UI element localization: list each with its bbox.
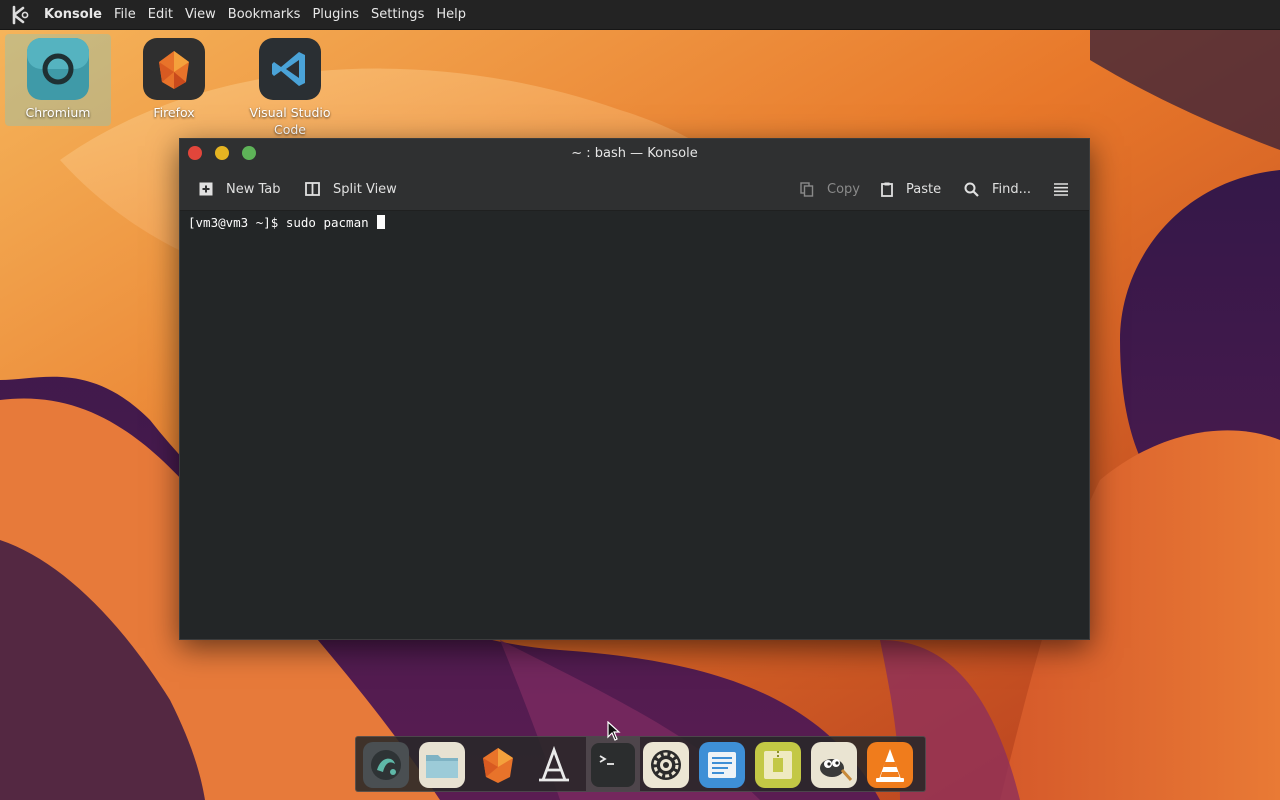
menu-edit[interactable]: Edit xyxy=(148,7,173,22)
copy-icon xyxy=(800,181,814,197)
maximize-button[interactable] xyxy=(242,146,256,160)
menu-settings[interactable]: Settings xyxy=(371,7,424,22)
find-label: Find... xyxy=(992,181,1032,197)
menu-help[interactable]: Help xyxy=(436,7,466,22)
copy-label: Copy xyxy=(827,181,860,197)
split-view-icon xyxy=(305,182,320,196)
split-view-button[interactable]: Split View xyxy=(305,167,397,211)
terminal-area[interactable]: [vm3@vm3 ~]$ sudo pacman xyxy=(180,211,1089,639)
dock-item-system-monitor[interactable] xyxy=(363,742,409,788)
dock-item-terminal[interactable] xyxy=(590,742,636,788)
hamburger-icon xyxy=(1054,182,1068,196)
terminal-icon xyxy=(591,743,635,787)
menu-plugins[interactable]: Plugins xyxy=(312,7,359,22)
find-button[interactable]: Find... xyxy=(964,167,1031,211)
paste-icon xyxy=(881,182,893,197)
desktop-icon-chromium[interactable]: Chromium xyxy=(3,34,113,126)
text-cursor xyxy=(377,215,386,229)
menu-file[interactable]: File xyxy=(114,7,136,22)
archive-manager-icon xyxy=(755,742,801,788)
terminal-prompt: [vm3@vm3 ~]$ xyxy=(188,215,286,230)
firefox-icon xyxy=(143,38,205,100)
dock-item-app-store[interactable] xyxy=(531,742,577,788)
window-title: ~ : bash — Konsole xyxy=(571,145,698,161)
dock xyxy=(355,736,926,792)
copy-button[interactable]: Copy xyxy=(800,167,860,211)
dock-item-text-editor[interactable] xyxy=(699,742,745,788)
firefox-icon xyxy=(483,748,513,783)
window-titlebar[interactable]: ~ : bash — Konsole xyxy=(180,139,1089,167)
menu-bookmarks[interactable]: Bookmarks xyxy=(228,7,301,22)
desktop-icon-label: Firefox xyxy=(153,105,195,120)
dock-item-vlc[interactable] xyxy=(867,742,913,788)
paste-button[interactable]: Paste xyxy=(881,167,941,211)
menu-view[interactable]: View xyxy=(185,7,216,22)
top-menu-bar: Konsole File Edit View Bookmarks Plugins… xyxy=(0,0,1280,30)
mouse-pointer-icon xyxy=(607,721,621,741)
konsole-toolbar: New Tab Split View Copy Paste Find... xyxy=(180,167,1089,211)
vlc-icon xyxy=(867,742,913,788)
kde-logo-icon[interactable] xyxy=(10,4,32,26)
close-button[interactable] xyxy=(188,146,202,160)
text-editor-icon xyxy=(699,742,745,788)
desktop-icon-label: Chromium xyxy=(25,105,91,120)
desktop-icon-vscode[interactable]: Visual Studio Code xyxy=(235,38,345,138)
dock-item-settings[interactable] xyxy=(643,742,689,788)
dock-item-firefox[interactable] xyxy=(475,742,521,788)
app-store-icon xyxy=(539,745,569,782)
new-tab-button[interactable]: New Tab xyxy=(199,167,281,211)
settings-icon xyxy=(643,742,689,788)
dock-item-archive-manager[interactable] xyxy=(755,742,801,788)
chromium-icon xyxy=(27,38,89,100)
menu-app-name[interactable]: Konsole xyxy=(44,7,102,22)
minimize-button[interactable] xyxy=(215,146,229,160)
new-tab-icon xyxy=(199,182,213,196)
desktop-icon-firefox[interactable]: Firefox xyxy=(119,38,229,121)
desktop-icon-label: Visual Studio Code xyxy=(249,105,331,137)
paste-label: Paste xyxy=(906,181,942,197)
dock-item-gimp[interactable] xyxy=(811,742,857,788)
vscode-icon xyxy=(259,38,321,100)
hamburger-menu-button[interactable] xyxy=(1054,167,1081,211)
search-icon xyxy=(964,182,979,197)
konsole-window: ~ : bash — Konsole New Tab Split View Co… xyxy=(179,138,1090,640)
system-monitor-icon xyxy=(363,742,409,788)
terminal-command: sudo pacman xyxy=(285,215,377,230)
new-tab-label: New Tab xyxy=(226,181,281,197)
split-view-label: Split View xyxy=(333,181,397,197)
gimp-icon xyxy=(811,742,857,788)
file-manager-icon xyxy=(419,742,465,788)
dock-item-file-manager[interactable] xyxy=(419,742,465,788)
